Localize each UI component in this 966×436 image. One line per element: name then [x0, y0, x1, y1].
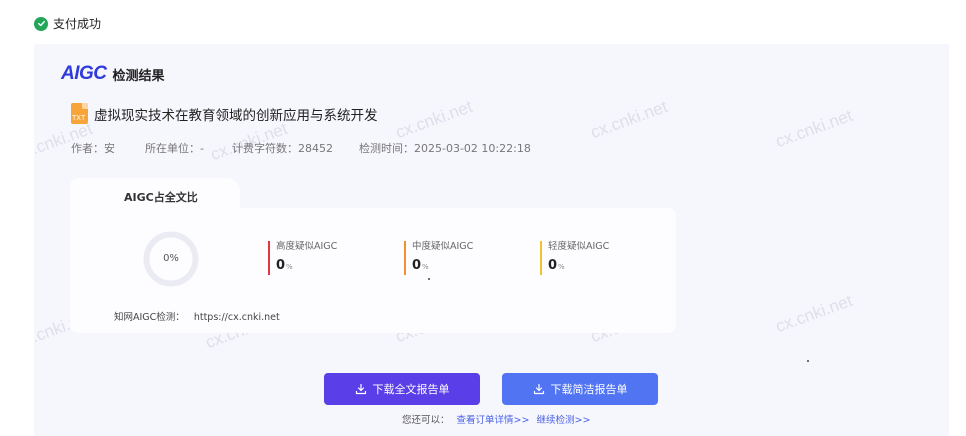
document-author: 作者：安 [71, 142, 115, 155]
stat-label: 轻度疑似AIGC [548, 241, 610, 252]
txt-file-icon: TXT [71, 103, 88, 124]
stat-value: 0% [276, 258, 293, 273]
more-actions-prefix: 您还可以： [402, 415, 450, 426]
document-unit: 所在单位：- [145, 142, 204, 155]
document-header: TXT 虚拟现实技术在教育领域的创新应用与系统开发 [71, 103, 378, 124]
check-circle-icon [34, 16, 48, 31]
brand-header: AIGC 检测结果 [61, 63, 165, 85]
site-info: 知网AIGC检测： https://cx.cnki.net [114, 309, 280, 323]
download-icon [355, 383, 366, 395]
download-simple-report-button[interactable]: 下载简洁报告单 [502, 373, 658, 405]
stray-dot [807, 360, 809, 362]
document-title: 虚拟现实技术在教育领域的创新应用与系统开发 [94, 107, 378, 124]
download-icon [533, 383, 544, 395]
stat-value: 0% [412, 258, 429, 273]
stat-value: 0% [548, 258, 565, 273]
site-label: 知网AIGC检测： [114, 312, 185, 323]
stat-label: 高度疑似AIGC [276, 241, 338, 252]
download-full-report-button[interactable]: 下载全文报告单 [324, 373, 480, 405]
stat-label: 中度疑似AIGC [412, 241, 474, 252]
site-url: https://cx.cnki.net [193, 312, 280, 323]
brand-title: 检测结果 [112, 68, 165, 84]
result-panel: cx.cnki.net cx.cnki.net cx.cnki.net cx.c… [34, 44, 949, 436]
aigc-ratio-label: AIGC占全文比 [124, 191, 198, 204]
payment-status: 支付成功 [34, 15, 101, 32]
aigc-ratio-value: 0% [163, 253, 179, 264]
stat-high-suspect: 高度疑似AIGC 0% [268, 241, 337, 275]
watermark: cx.cnki.net [773, 105, 855, 152]
download-full-label: 下载全文报告单 [372, 384, 450, 396]
document-char-count: 计费字符数：28452 [232, 142, 333, 155]
payment-status-text: 支付成功 [53, 17, 102, 31]
watermark: cx.cnki.net [588, 96, 670, 143]
continue-check-link[interactable]: 继续检测>> [537, 415, 591, 426]
stat-low-suspect: 轻度疑似AIGC 0% [540, 241, 609, 275]
stat-medium-suspect: 中度疑似AIGC 0% [404, 241, 473, 275]
aigc-logo: AIGC [61, 63, 107, 84]
stray-dot [428, 278, 430, 280]
watermark: cx.cnki.net [773, 290, 855, 337]
document-check-time: 检测时间：2025-03-02 10:22:18 [359, 142, 531, 155]
view-order-link[interactable]: 查看订单详情>> [457, 415, 530, 426]
more-actions: 您还可以： 查看订单详情>> 继续检测>> [402, 412, 590, 426]
watermark: cx.cnki.net [393, 96, 475, 143]
download-simple-label: 下载简洁报告单 [550, 384, 628, 396]
